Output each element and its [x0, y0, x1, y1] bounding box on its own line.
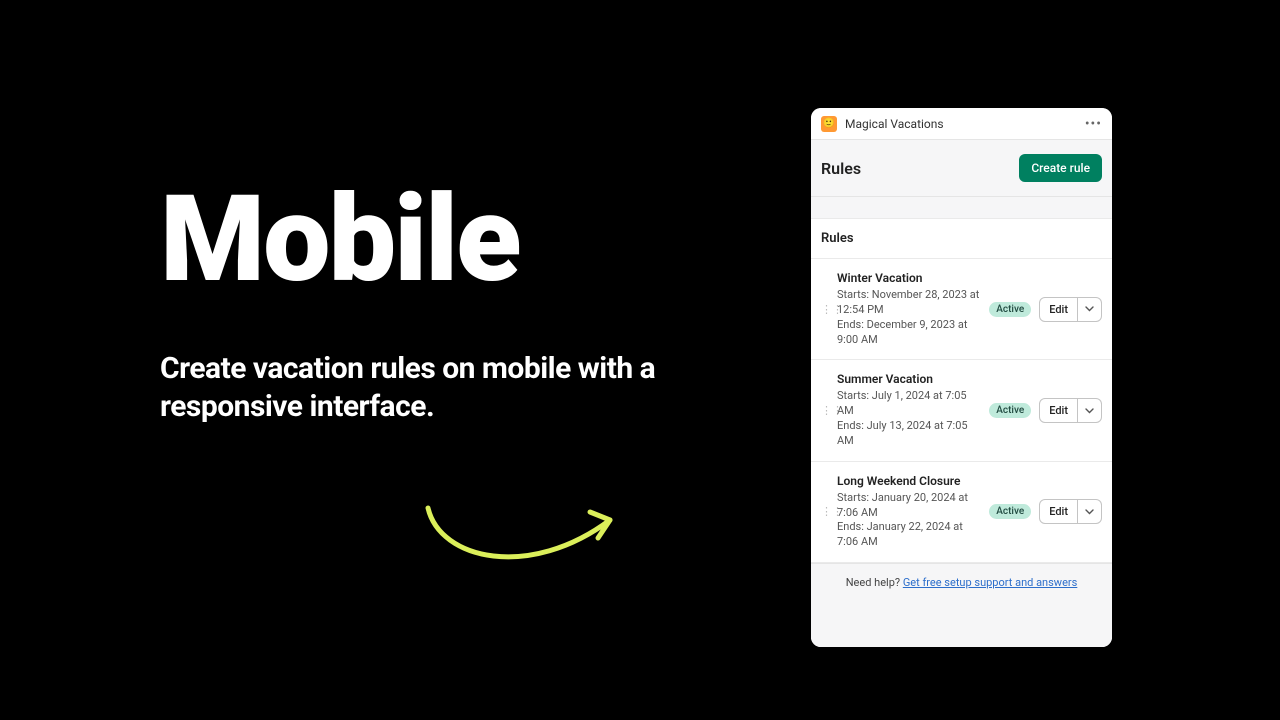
edit-button[interactable]: Edit [1039, 499, 1078, 524]
help-footer: Need help? Get free setup support and an… [811, 563, 1112, 601]
status-badge: Active [989, 504, 1031, 519]
mobile-mockup: 🙂 Magical Vacations ••• Rules Create rul… [811, 108, 1112, 647]
rule-title: Long Weekend Closure [837, 474, 981, 488]
edit-dropdown-button[interactable] [1078, 398, 1102, 423]
drag-handle-icon[interactable]: ⋮⋮ [821, 303, 829, 316]
hero-subtitle: Create vacation rules on mobile with a r… [160, 350, 660, 425]
status-badge: Active [989, 403, 1031, 418]
rule-starts: Starts: January 20, 2024 at 7:06 AM [837, 491, 981, 521]
rule-title: Summer Vacation [837, 372, 981, 386]
spacer [811, 197, 1112, 219]
rule-ends: Ends: January 22, 2024 at 7:06 AM [837, 520, 981, 550]
drag-handle-icon[interactable]: ⋮⋮ [821, 505, 829, 518]
rule-row: ⋮⋮ Winter Vacation Starts: November 28, … [811, 259, 1112, 360]
edit-button[interactable]: Edit [1039, 398, 1078, 423]
rule-ends: Ends: December 9, 2023 at 9:00 AM [837, 318, 981, 348]
chevron-down-icon [1085, 408, 1094, 414]
rule-ends: Ends: July 13, 2024 at 7:05 AM [837, 419, 981, 449]
edit-dropdown-button[interactable] [1078, 499, 1102, 524]
drag-handle-icon[interactable]: ⋮⋮ [821, 404, 829, 417]
edit-button-group: Edit [1039, 297, 1102, 322]
rule-info: Long Weekend Closure Starts: January 20,… [837, 474, 981, 550]
app-icon: 🙂 [821, 116, 837, 132]
rule-starts: Starts: November 28, 2023 at 12:54 PM [837, 288, 981, 318]
chevron-down-icon [1085, 509, 1094, 515]
rule-row: ⋮⋮ Summer Vacation Starts: July 1, 2024 … [811, 360, 1112, 461]
edit-button[interactable]: Edit [1039, 297, 1078, 322]
more-icon[interactable]: ••• [1085, 116, 1102, 132]
hero-section: Mobile Create vacation rules on mobile w… [160, 180, 660, 425]
rule-title: Winter Vacation [837, 271, 981, 285]
app-header-left: 🙂 Magical Vacations [821, 116, 944, 132]
rule-info: Winter Vacation Starts: November 28, 202… [837, 271, 981, 347]
create-rule-button[interactable]: Create rule [1019, 154, 1102, 182]
help-link[interactable]: Get free setup support and answers [903, 576, 1078, 589]
edit-button-group: Edit [1039, 398, 1102, 423]
card-header: Rules [811, 219, 1112, 259]
app-header: 🙂 Magical Vacations ••• [811, 108, 1112, 140]
page-title: Rules [821, 159, 861, 178]
rule-starts: Starts: July 1, 2024 at 7:05 AM [837, 389, 981, 419]
status-badge: Active [989, 302, 1031, 317]
rule-row: ⋮⋮ Long Weekend Closure Starts: January … [811, 462, 1112, 563]
hero-title: Mobile [160, 180, 660, 300]
arrow-icon [420, 500, 620, 575]
rules-card: Rules ⋮⋮ Winter Vacation Starts: Novembe… [811, 219, 1112, 647]
bottom-fill [811, 601, 1112, 647]
chevron-down-icon [1085, 306, 1094, 312]
help-prefix: Need help? [846, 576, 903, 589]
edit-button-group: Edit [1039, 499, 1102, 524]
page-titlebar: Rules Create rule [811, 140, 1112, 197]
rule-info: Summer Vacation Starts: July 1, 2024 at … [837, 372, 981, 448]
app-name: Magical Vacations [845, 117, 944, 131]
edit-dropdown-button[interactable] [1078, 297, 1102, 322]
